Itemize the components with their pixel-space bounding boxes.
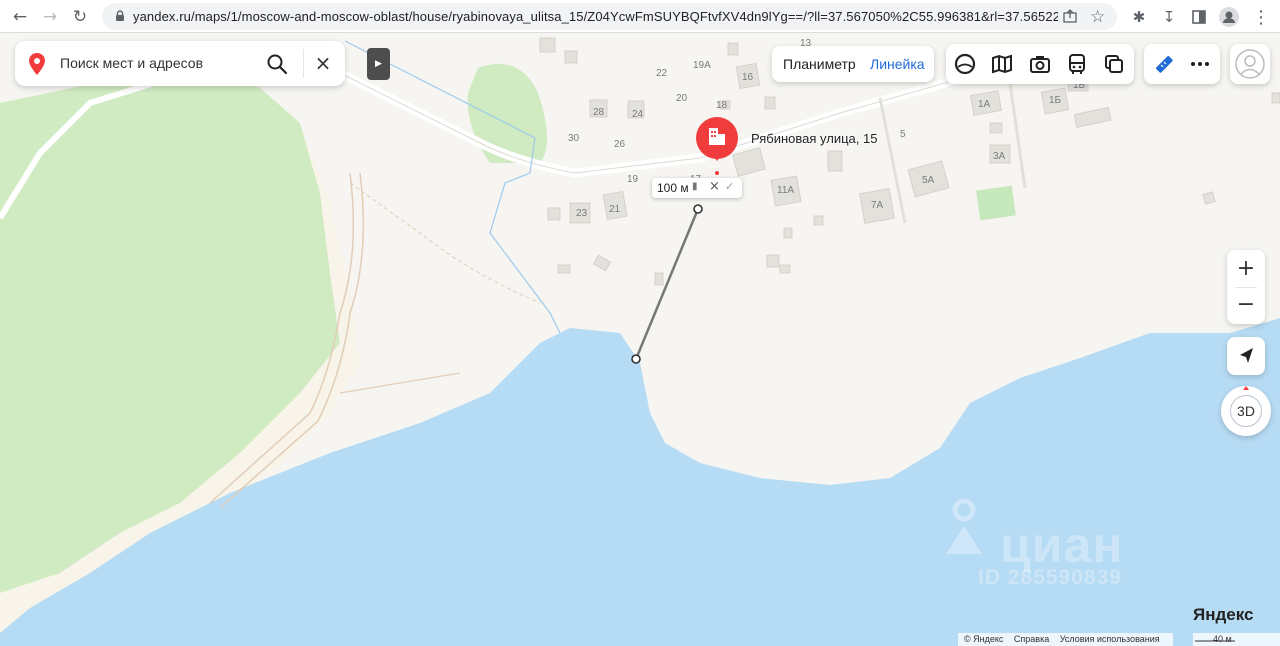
- house-number: 20: [676, 93, 688, 104]
- tools-toolbar: [1144, 44, 1220, 84]
- house-number: 30: [568, 133, 580, 144]
- house-number: 3А: [993, 151, 1006, 162]
- house-number: 1А: [978, 99, 991, 110]
- map-layers-icon[interactable]: [990, 52, 1014, 76]
- 3d-label: 3D: [1230, 395, 1262, 427]
- house-number: 19А: [693, 60, 711, 71]
- house-number: 24: [632, 109, 644, 120]
- ruler-tooltip: 100 м ▮ × ✓: [652, 178, 742, 198]
- forward-icon[interactable]: →: [39, 6, 61, 28]
- photo-icon[interactable]: [1028, 52, 1052, 76]
- layers-toolbar: [946, 44, 1134, 84]
- zoom-control: + −: [1227, 250, 1265, 324]
- user-avatar[interactable]: [1230, 44, 1270, 84]
- house-number: 26: [614, 139, 626, 150]
- share-icon[interactable]: [1062, 8, 1078, 24]
- bookmark-star-icon[interactable]: ☆: [1090, 7, 1105, 27]
- browser-toolbar: ← → ↻ yandex.ru/maps/1/moscow-and-moscow…: [0, 0, 1280, 33]
- more-icon[interactable]: [1188, 52, 1212, 76]
- collapse-panel-button[interactable]: ▶: [367, 48, 390, 80]
- close-icon[interactable]: ×: [709, 179, 720, 194]
- house-number: 7А: [871, 200, 884, 211]
- cian-logo-icon: [946, 498, 982, 554]
- transport-icon[interactable]: [1065, 52, 1089, 76]
- scale-label: 40 м: [1213, 634, 1232, 644]
- zoom-out-button[interactable]: −: [1227, 287, 1265, 324]
- house-number: 23: [576, 208, 588, 219]
- 3d-button[interactable]: 3D: [1221, 386, 1271, 436]
- trash-icon[interactable]: ▮: [692, 181, 698, 192]
- measure-mode-switch: Планиметр Линейка: [772, 46, 934, 82]
- profile-icon[interactable]: [1218, 6, 1240, 28]
- ruler-button[interactable]: Линейка: [870, 56, 925, 72]
- ruler-distance: 100 м: [657, 181, 689, 195]
- planimeter-button[interactable]: Планиметр: [783, 56, 856, 72]
- reload-icon[interactable]: ↻: [69, 6, 91, 28]
- url-text[interactable]: yandex.ru/maps/1/moscow-and-moscow-oblas…: [133, 9, 1058, 24]
- side-panel-icon[interactable]: [1188, 6, 1210, 28]
- house-number: 11А: [777, 185, 795, 196]
- my-location-button[interactable]: [1227, 337, 1265, 375]
- place-label[interactable]: Рябиновая улица, 15: [751, 131, 877, 146]
- layers-icon[interactable]: [1102, 52, 1126, 76]
- download-icon[interactable]: ↧: [1158, 6, 1180, 28]
- search-input[interactable]: [60, 52, 260, 74]
- house-number: 22: [656, 68, 668, 79]
- copyright-text: © Яндекс: [964, 634, 1004, 644]
- search-panel: ×: [15, 41, 345, 86]
- close-icon[interactable]: ×: [312, 52, 334, 74]
- watermark-id: ID 285590839: [978, 566, 1122, 589]
- house-number: 5А: [922, 175, 935, 186]
- check-icon[interactable]: ✓: [725, 180, 734, 193]
- house-number: 16: [742, 72, 754, 83]
- avatar-icon: [1235, 49, 1265, 79]
- zoom-in-button[interactable]: +: [1227, 250, 1265, 287]
- address-bar[interactable]: yandex.ru/maps/1/moscow-and-moscow-oblas…: [102, 3, 1117, 30]
- map-view[interactable]: 13 22 19А 16 20 18 28 24 30 26 19 17 23 …: [0, 33, 1280, 646]
- back-icon[interactable]: ←: [9, 6, 31, 28]
- house-number: 18: [716, 100, 728, 111]
- house-number: 5: [900, 129, 906, 140]
- ruler-icon[interactable]: [1152, 52, 1176, 76]
- location-arrow-icon: [1240, 348, 1253, 363]
- copyright-bar: © Яндекс Справка Условия использования: [958, 633, 1173, 646]
- divider: [303, 49, 304, 78]
- house-number: 19: [627, 174, 639, 185]
- scale-bar: 40 м: [1193, 633, 1280, 646]
- yandex-logo[interactable]: Яндекс: [1193, 605, 1253, 625]
- house-number: 28: [593, 107, 605, 118]
- search-icon[interactable]: [265, 52, 289, 76]
- tune-icon[interactable]: [113, 9, 127, 23]
- help-link[interactable]: Справка: [1014, 634, 1049, 644]
- house-number: 21: [609, 204, 621, 215]
- panorama-icon[interactable]: [953, 52, 977, 76]
- terms-link[interactable]: Условия использования: [1060, 634, 1160, 644]
- extensions-icon[interactable]: ✱: [1128, 6, 1150, 28]
- map-pin-icon: [29, 53, 45, 75]
- house-number: 1Б: [1049, 95, 1062, 106]
- menu-icon[interactable]: ⋮: [1250, 6, 1272, 28]
